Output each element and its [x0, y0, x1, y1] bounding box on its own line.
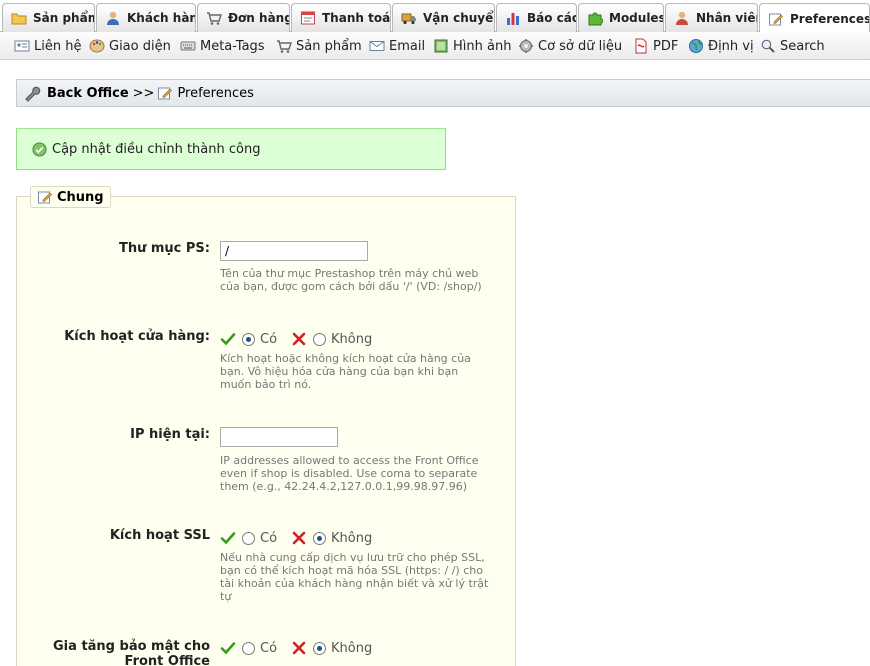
contact-icon — [14, 40, 30, 52]
ssl-yes-label[interactable]: Có — [260, 531, 277, 546]
pdf-icon — [635, 38, 647, 54]
success-message: Cập nhật điều chỉnh thành công — [52, 141, 261, 157]
shop-enable-yes-radio[interactable] — [242, 332, 255, 346]
fieldset-legend: Chung — [30, 186, 111, 208]
front-security-yes-radio[interactable] — [242, 641, 255, 655]
folder-icon — [11, 13, 27, 25]
tab-orders[interactable]: Đơn hàng — [197, 3, 290, 32]
cross-icon — [292, 531, 306, 545]
tab-products[interactable]: Sản phẩm — [2, 3, 95, 32]
globe-icon — [689, 39, 703, 53]
database-icon — [519, 39, 533, 53]
puzzle-icon — [588, 12, 603, 26]
success-check-icon — [32, 141, 47, 157]
tab-reports[interactable]: Báo cáo — [496, 3, 577, 32]
image-icon — [434, 39, 448, 53]
tab-payment[interactable]: Thanh toán — [291, 3, 391, 32]
shop-enable-radios: Có Không — [220, 331, 372, 347]
email-icon — [369, 41, 385, 51]
ssl-no-label[interactable]: Không — [331, 531, 372, 546]
breadcrumb-current: Preferences — [177, 85, 254, 101]
preferences-submenu: Liên hệ Giao diện Meta-Tags Sản phẩm Ema… — [0, 32, 870, 60]
submenu-item-contact[interactable]: Liên hệ — [14, 38, 81, 54]
cart-icon — [277, 40, 292, 53]
ps-dir-hint: Tên của thư mục Prestashop trên máy chủ … — [220, 267, 482, 293]
submenu-item-appearance[interactable]: Giao diện — [89, 38, 171, 54]
payment-icon — [301, 11, 315, 25]
preferences-icon — [158, 87, 173, 100]
check-icon — [220, 642, 236, 655]
shop-enable-yes-label[interactable]: Có — [260, 332, 277, 347]
customer-icon — [107, 11, 119, 25]
search-icon — [761, 39, 775, 53]
ps-dir-label: Thư mục PS: — [118, 241, 210, 256]
front-security-radios: Có Không — [220, 640, 372, 656]
wrench-icon — [25, 86, 41, 102]
breadcrumb-back-office[interactable]: Back Office — [47, 86, 129, 101]
tab-shipping[interactable]: Vận chuyển — [392, 3, 495, 32]
submenu-item-meta-tags[interactable]: Meta-Tags — [180, 38, 265, 54]
tab-modules[interactable]: Modules — [578, 3, 664, 32]
ssl-radios: Có Không — [220, 530, 372, 546]
submenu-item-products[interactable]: Sản phẩm — [276, 38, 362, 54]
current-ip-hint: IP addresses allowed to access the Front… — [220, 454, 479, 493]
tab-preferences[interactable]: Preferences — [759, 3, 870, 33]
current-ip-label: IP hiện tại: — [130, 427, 210, 442]
truck-icon — [401, 13, 416, 25]
ps-dir-input[interactable] — [220, 241, 368, 261]
main-tabbar: Sản phẩm Khách hàng Đơn hàng Thanh toán … — [0, 0, 870, 33]
chart-icon — [507, 13, 519, 25]
shop-enable-hint: Kích hoạt hoặc không kích hoạt cửa hàng … — [220, 352, 471, 391]
shop-enable-no-label[interactable]: Không — [331, 332, 372, 347]
submenu-item-pdf[interactable]: PDF — [633, 38, 678, 54]
submenu-item-database[interactable]: Cơ sở dữ liệu — [518, 38, 622, 54]
preferences-icon — [38, 191, 52, 204]
front-security-yes-label[interactable]: Có — [260, 641, 277, 656]
front-security-no-label[interactable]: Không — [331, 641, 372, 656]
palette-icon — [89, 39, 105, 53]
submenu-item-email[interactable]: Email — [369, 38, 425, 54]
keyboard-icon — [180, 41, 196, 51]
breadcrumb-separator: >> — [132, 85, 155, 101]
front-security-label: Gia tăng bảo mật cho Front Office — [53, 639, 210, 666]
shop-enable-no-radio[interactable] — [313, 332, 327, 346]
employee-icon — [676, 11, 688, 25]
cross-icon — [292, 332, 306, 346]
breadcrumb: Back Office >> Preferences — [16, 79, 870, 107]
success-alert: Cập nhật điều chỉnh thành công — [16, 128, 446, 170]
tab-employees[interactable]: Nhân viên — [665, 3, 758, 32]
submenu-item-localization[interactable]: Định vị — [688, 38, 754, 54]
shop-enable-label: Kích hoạt cửa hàng: — [64, 329, 210, 344]
ssl-yes-radio[interactable] — [242, 531, 255, 545]
cart-icon — [207, 12, 222, 25]
ssl-no-radio[interactable] — [313, 531, 327, 545]
tab-customers[interactable]: Khách hàng — [96, 3, 196, 32]
check-icon — [220, 333, 236, 346]
check-icon — [220, 532, 236, 545]
submenu-item-search[interactable]: Search — [760, 38, 825, 54]
ssl-hint: Nếu nhà cung cấp dịch vụ lưu trữ cho phé… — [220, 551, 489, 603]
preferences-icon — [769, 13, 783, 25]
submenu-item-images[interactable]: Hình ảnh — [433, 38, 511, 54]
front-security-no-radio[interactable] — [313, 641, 327, 655]
cross-icon — [292, 641, 306, 655]
ssl-label: Kích hoạt SSL — [109, 528, 210, 543]
current-ip-input[interactable] — [220, 427, 338, 447]
